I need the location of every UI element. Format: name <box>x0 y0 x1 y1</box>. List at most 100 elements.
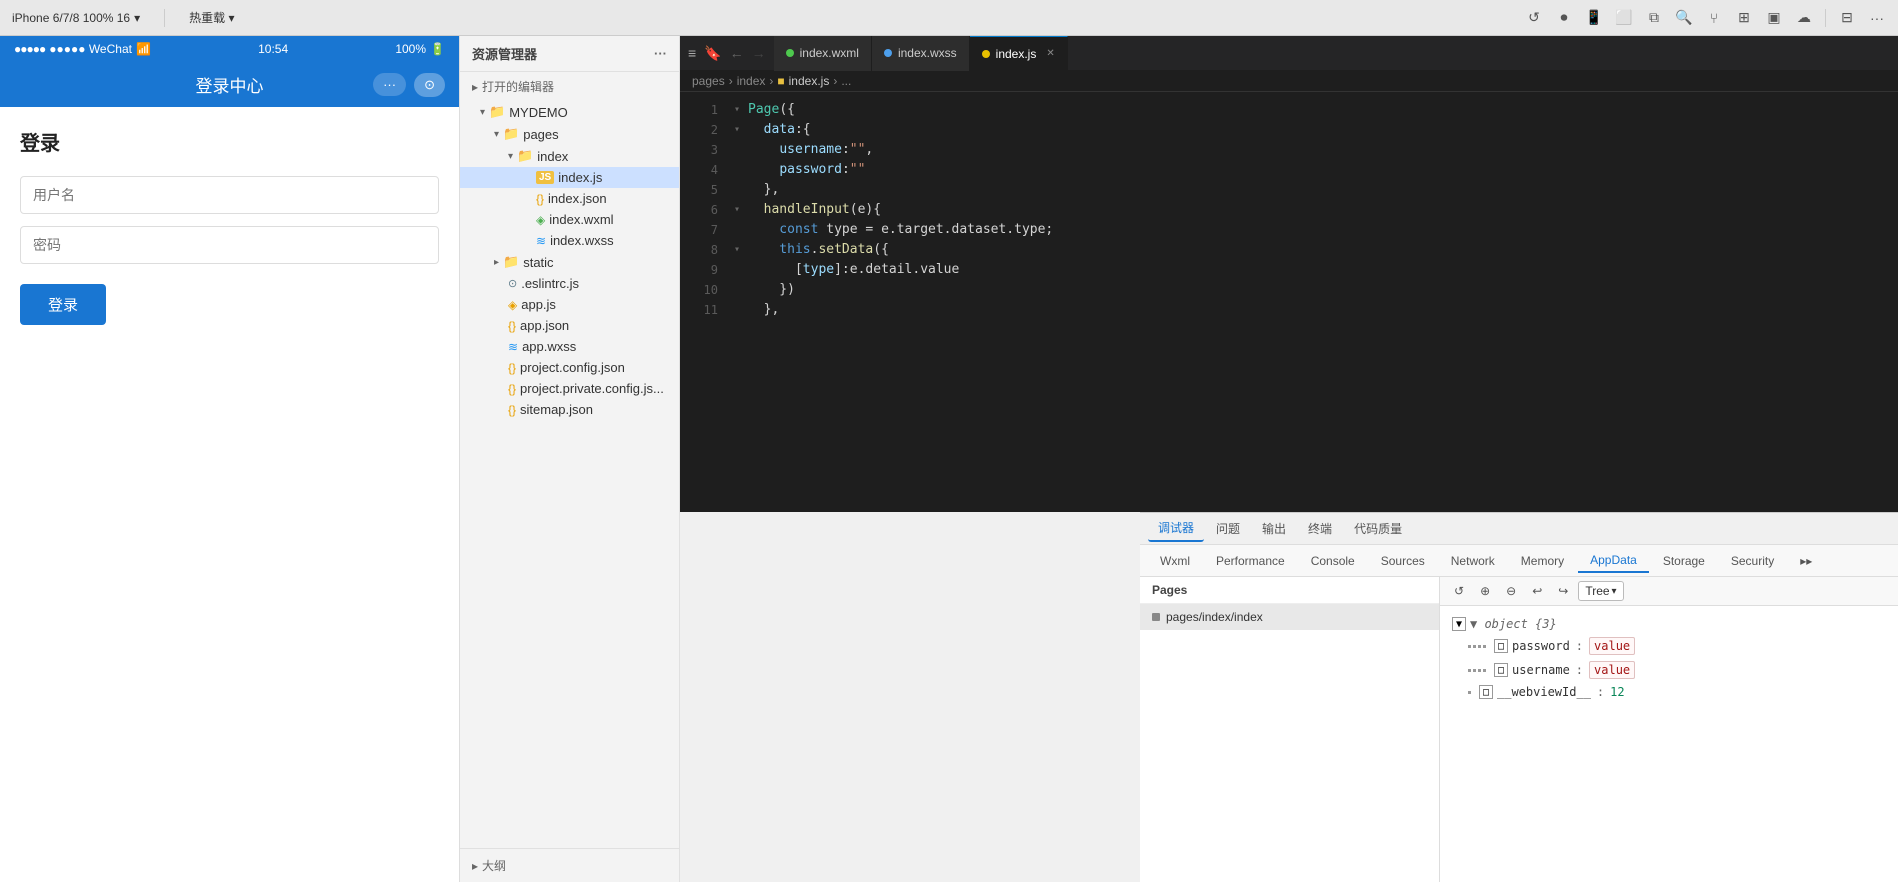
expand-webviewid[interactable]: □ <box>1479 685 1493 699</box>
pages-panel: Pages pages/index/index <box>1140 577 1440 882</box>
tab-performance[interactable]: Performance <box>1204 550 1297 572</box>
file-eslint[interactable]: ⊙ .eslintrc.js <box>460 273 679 294</box>
file-app-json[interactable]: {} app.json <box>460 315 679 336</box>
phone-nav-right: ··· ⊙ <box>373 73 445 97</box>
frame-icon[interactable]: ▣ <box>1765 9 1783 27</box>
code-line-6: 6 ▾ handleInput(e){ <box>680 200 1898 220</box>
file-sitemap[interactable]: {} sitemap.json <box>460 399 679 420</box>
tab-storage[interactable]: Storage <box>1651 550 1717 572</box>
tab-more[interactable]: ▸▸ <box>1788 550 1824 572</box>
devtools-primary-tabs: 调试器 问题 输出 终端 代码质量 ⌃ ✕ <box>1140 513 1898 545</box>
data-root[interactable]: ▼ ▼ object {3} <box>1440 614 1898 634</box>
file-tree: ▸ 打开的编辑器 ▾ 📁 MYDEMO ▾ 📁 pages ▾ 📁 index <box>460 72 679 848</box>
device-selector[interactable]: iPhone 6/7/8 100% 16 ▾ <box>12 11 140 25</box>
phone-nav-home[interactable]: ⊙ <box>414 73 445 97</box>
undo-btn[interactable]: ↩ <box>1526 582 1548 600</box>
file-project-private[interactable]: {} project.private.config.js... <box>460 378 679 399</box>
grid-icon[interactable]: ⊞ <box>1735 9 1753 27</box>
bookmark-icon[interactable]: 🔖 <box>704 45 721 62</box>
explorer-more-icon[interactable]: ··· <box>654 46 667 61</box>
editor-content[interactable]: 1 ▾ Page({ 2 ▾ data:{ 3 ▾ username:"", 4 <box>680 92 1898 512</box>
password-value[interactable]: value <box>1589 637 1635 655</box>
forward-icon[interactable]: → <box>752 45 766 61</box>
username-input[interactable] <box>20 176 439 214</box>
tab-issues[interactable]: 问题 <box>1206 516 1250 541</box>
tree-dropdown[interactable]: Tree ▾ <box>1578 581 1623 601</box>
file-app-wxss[interactable]: ≋ app.wxss <box>460 336 679 357</box>
branch-icon[interactable]: ⑂ <box>1705 9 1723 27</box>
file-index-json[interactable]: {} index.json <box>460 188 679 209</box>
hotreload-btn[interactable]: 热重载 ▾ <box>189 9 234 26</box>
editor-tab-actions: ≡ 🔖 ← → <box>680 45 774 62</box>
login-button[interactable]: 登录 <box>20 284 106 325</box>
sm-icon: {} <box>508 403 516 417</box>
tab-code-quality[interactable]: 代码质量 <box>1344 516 1412 541</box>
expand-password[interactable]: □ <box>1494 639 1508 653</box>
tab-sources[interactable]: Sources <box>1369 550 1437 572</box>
collapse-all-btn[interactable]: ⊖ <box>1500 582 1522 600</box>
tablet-icon[interactable]: ⬜ <box>1615 9 1633 27</box>
appjs-label: app.js <box>521 297 556 312</box>
phone-nav-dots[interactable]: ··· <box>373 73 406 96</box>
copy-icon[interactable]: ⧉ <box>1645 9 1663 27</box>
tab-memory[interactable]: Memory <box>1509 550 1576 572</box>
tab-close-icon[interactable]: ✕ <box>1046 48 1054 59</box>
file-index-js[interactable]: JS index.js <box>460 167 679 188</box>
back-icon[interactable]: ← <box>730 45 744 61</box>
hamburger-icon[interactable]: ≡ <box>688 45 696 61</box>
pages-item-index[interactable]: pages/index/index <box>1140 604 1439 630</box>
stop-icon[interactable]: ⏺ <box>1555 9 1573 27</box>
redo-btn[interactable]: ↪ <box>1552 582 1574 600</box>
index-folder[interactable]: ▾ 📁 index <box>460 145 679 167</box>
file-index-json-label: index.json <box>548 191 607 206</box>
expand-username[interactable]: □ <box>1494 663 1508 677</box>
static-folder[interactable]: ▸ 📁 static <box>460 251 679 273</box>
tab-output[interactable]: 输出 <box>1252 516 1296 541</box>
tab-index-wxss[interactable]: index.wxss <box>872 36 970 71</box>
username-value[interactable]: value <box>1589 661 1635 679</box>
expand-all-btn[interactable]: ⊕ <box>1474 582 1496 600</box>
wxml-tab-label: index.wxml <box>800 46 859 60</box>
file-app-js[interactable]: ◈ app.js <box>460 294 679 315</box>
tab-network[interactable]: Network <box>1439 550 1507 572</box>
tab-appdata[interactable]: AppData <box>1578 549 1649 573</box>
refresh-data-btn[interactable]: ↺ <box>1448 582 1470 600</box>
wxss-tab-dot <box>884 49 892 57</box>
refresh-icon[interactable]: ↺ <box>1525 9 1543 27</box>
phone-preview: ●●●●● ●●●●● WeChat 📶 10:54 100% 🔋 登录中心 ·… <box>0 36 460 882</box>
breadcrumb-file[interactable]: index.js <box>789 74 830 88</box>
open-editors-section[interactable]: ▸ 打开的编辑器 <box>460 72 679 101</box>
search-icon[interactable]: 🔍 <box>1675 9 1693 27</box>
wifi-icon: 📶 <box>136 42 151 56</box>
js-tab-label: index.js <box>996 47 1037 61</box>
more-icon[interactable]: ··· <box>1868 9 1886 27</box>
breadcrumb-pages[interactable]: pages <box>692 74 725 88</box>
pages-folder[interactable]: ▾ 📁 pages <box>460 123 679 145</box>
tab-debugger[interactable]: 调试器 <box>1148 515 1204 542</box>
static-folder-icon: 📁 <box>503 254 519 270</box>
file-index-wxml[interactable]: ◈ index.wxml <box>460 209 679 230</box>
phone-icon[interactable]: 📱 <box>1585 9 1603 27</box>
top-toolbar: iPhone 6/7/8 100% 16 ▾ 热重载 ▾ ↺ ⏺ 📱 ⬜ ⧉ 🔍… <box>0 0 1898 36</box>
tab-index-wxml[interactable]: index.wxml <box>774 36 872 71</box>
pp-label: project.private.config.js... <box>520 381 664 396</box>
breadcrumb-index[interactable]: index <box>737 74 766 88</box>
tab-console[interactable]: Console <box>1299 550 1367 572</box>
expand-root[interactable]: ▼ <box>1452 617 1466 631</box>
tab-security[interactable]: Security <box>1719 550 1786 572</box>
cloud-icon[interactable]: ☁ <box>1795 9 1813 27</box>
tab-wxml[interactable]: Wxml <box>1148 550 1202 572</box>
file-project-config[interactable]: {} project.config.json <box>460 357 679 378</box>
outline-section[interactable]: ▸ 大纲 <box>460 848 679 882</box>
tab-terminal[interactable]: 终端 <box>1298 516 1342 541</box>
file-index-wxss[interactable]: ≋ index.wxss <box>460 230 679 251</box>
tab-index-js[interactable]: index.js ✕ <box>970 36 1068 71</box>
index-label: index <box>537 149 568 164</box>
appwxss-icon: ≋ <box>508 340 518 354</box>
project-folder[interactable]: ▾ 📁 MYDEMO <box>460 101 679 123</box>
explorer-header: 资源管理器 ··· <box>460 36 679 72</box>
password-input[interactable] <box>20 226 439 264</box>
phone-nav-bar: 登录中心 ··· ⊙ <box>0 62 459 107</box>
layout-icon[interactable]: ⊟ <box>1838 9 1856 27</box>
explorer-title: 资源管理器 <box>472 44 537 63</box>
